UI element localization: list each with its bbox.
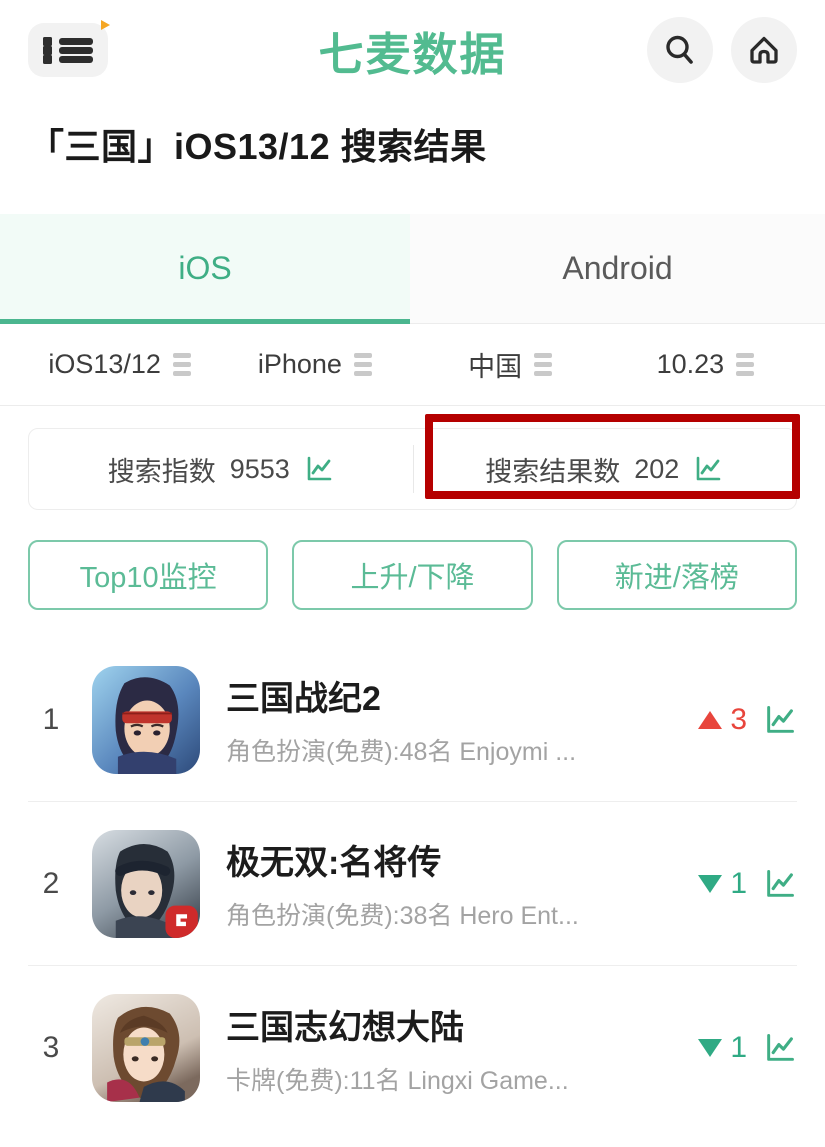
table-row[interactable]: 1 三国战纪2 角色扮演(免费):48名 Enjoymi ... 3 [28,638,797,802]
stat-search-results[interactable]: 搜索结果数 202 [412,429,797,509]
platform-tabs: iOS Android [0,214,825,324]
trend-chart-icon[interactable] [304,454,334,484]
app-rank: 3 [42,1031,60,1064]
filter-os-version[interactable]: iOS13/12 [22,349,217,380]
table-row[interactable]: 2 极无双:名将传 角色扮演(免费):38名 Hero Ent... 1 [28,802,797,966]
pill-new-dropped[interactable]: 新进/落榜 [556,540,797,610]
stat-search-results-value: 202 [634,453,680,484]
pill-top10-monitor[interactable]: Top10监控 [28,540,269,610]
app-icon-sanguo-zhanji-2[interactable] [92,665,200,774]
home-icon [750,36,778,64]
rank-change-down: 1 [698,867,747,901]
filter-country[interactable]: 中国 [413,345,608,384]
stat-search-index[interactable]: 搜索指数 9553 [29,429,413,509]
stats-card: 搜索指数 9553 搜索结果数 202 [28,428,797,510]
filter-bars-icon [534,353,553,376]
app-trend: 1 [698,1031,797,1065]
trend-chart-icon[interactable] [693,454,723,484]
arrow-up-icon [698,710,723,729]
app-screen: 七麦数据 「三国」iOS13/12 搜索结果 iOS Android iOS13… [0,0,825,1147]
menu-button[interactable] [28,23,108,77]
app-rank: 2 [42,866,60,900]
app-trend: 1 [698,867,797,901]
rank-change-value: 3 [730,702,747,736]
stat-search-index-value: 9553 [229,453,290,484]
brand-logo-text: 七麦数据 [318,27,507,81]
filter-date-label: 10.23 [656,349,725,379]
app-rank: 1 [42,702,60,736]
search-button[interactable] [647,17,713,83]
filter-bars-icon [353,353,372,376]
filter-bars-icon [172,353,191,376]
tab-ios-label: iOS [178,250,232,286]
stats-section: 搜索指数 9553 搜索结果数 202 [0,406,825,510]
pill-rise-fall-label: 上升/下降 [350,562,475,594]
app-header: 七麦数据 [0,0,825,100]
rank-change-value: 1 [730,1031,747,1064]
arrow-down-icon [698,874,723,893]
filter-row: iOS13/12 iPhone 中国 10.23 [0,324,825,406]
quick-filter-buttons: Top10监控 上升/下降 新进/落榜 [0,510,825,610]
header-actions [647,17,797,83]
app-meta: 角色扮演(免费):48名 Enjoymi ... [226,738,577,766]
app-info: 极无双:名将传 角色扮演(免费):38名 Hero Ent... [226,835,698,932]
list-menu-icon [43,36,93,64]
home-button[interactable] [731,17,797,83]
trend-chart-icon[interactable] [763,867,797,901]
stat-search-index-label: 搜索指数 [107,456,216,487]
stat-search-results-label: 搜索结果数 [485,456,621,487]
filter-country-label: 中国 [468,352,523,382]
app-icon-jiwushuang-mingjiangzhuan[interactable] [92,829,200,938]
app-info: 三国志幻想大陆 卡牌(免费):11名 Lingxi Game... [226,1000,698,1097]
trend-chart-icon[interactable] [763,703,797,737]
arrow-down-icon [698,1039,723,1057]
rank-change-down: 1 [698,1031,747,1065]
tab-ios[interactable]: iOS [0,214,410,324]
table-row[interactable]: 3 三国志幻想大陆 卡牌(免费):11名 Lingxi Game... 1 [28,966,797,1130]
pill-rise-fall[interactable]: 上升/下降 [292,540,533,610]
app-name: 极无双:名将传 [226,844,442,882]
trend-chart-icon[interactable] [763,1031,797,1065]
app-name: 三国志幻想大陆 [226,1008,464,1047]
app-icon-sanguozhi-huanxiang-dalu[interactable] [92,994,200,1102]
page-title: 「三国」iOS13/12 搜索结果 [28,126,487,167]
app-info: 三国战纪2 角色扮演(免费):48名 Enjoymi ... [226,671,698,768]
tab-android[interactable]: Android [410,214,825,323]
tab-android-label: Android [562,250,673,286]
app-meta: 角色扮演(免费):38名 Hero Ent... [226,902,579,930]
app-name: 三国战纪2 [226,680,381,718]
pill-new-dropped-label: 新进/落榜 [614,562,739,594]
app-result-list: 1 三国战纪2 角色扮演(免费):48名 Enjoymi ... 3 2 极无双… [0,638,825,1130]
filter-device-label: iPhone [257,349,342,379]
filter-device[interactable]: iPhone [217,349,412,380]
pill-top10-monitor-label: Top10监控 [79,562,217,594]
search-icon [666,35,693,64]
filter-os-version-label: iOS13/12 [48,349,161,379]
rank-change-up: 3 [698,703,747,737]
filter-bars-icon [736,353,755,376]
rank-change-value: 1 [730,866,747,900]
app-meta: 卡牌(免费):11名 Lingxi Game... [226,1066,569,1095]
app-trend: 3 [698,703,797,737]
filter-date[interactable]: 10.23 [608,349,803,380]
